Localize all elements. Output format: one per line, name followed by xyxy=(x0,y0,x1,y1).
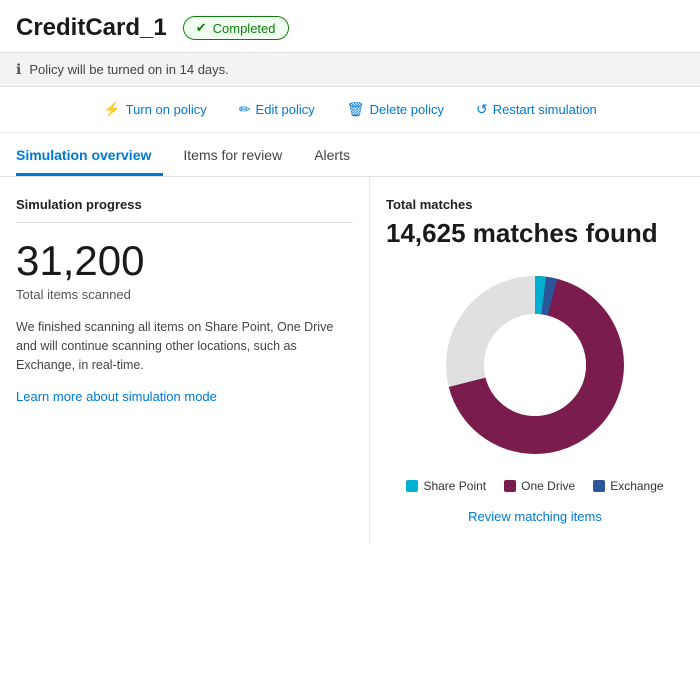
tabs: Simulation overview Items for review Ale… xyxy=(0,133,700,177)
legend-exchange: Exchange xyxy=(593,479,663,493)
total-items-label: Total items scanned xyxy=(16,287,353,302)
matches-count: 14,625 matches found xyxy=(386,218,658,249)
donut-chart-container: Share Point One Drive Exchange xyxy=(406,265,663,493)
header: CreditCard_1 ✔ Completed xyxy=(0,0,700,52)
tab-alerts[interactable]: Alerts xyxy=(314,133,362,176)
trash-icon: 🗑 xyxy=(347,101,365,118)
donut-chart xyxy=(435,265,635,465)
delete-policy-label: Delete policy xyxy=(370,102,444,117)
restart-simulation-label: Restart simulation xyxy=(493,102,597,117)
restart-simulation-button[interactable]: ↺ Restart simulation xyxy=(474,97,599,122)
total-matches-label: Total matches xyxy=(386,197,684,212)
total-items-count: 31,200 xyxy=(16,237,353,285)
page-title: CreditCard_1 xyxy=(16,14,167,42)
description-text: We finished scanning all items on Share … xyxy=(16,318,336,374)
exchange-label: Exchange xyxy=(610,479,663,493)
main-content: Simulation progress 31,200 Total items s… xyxy=(0,177,700,544)
chart-legend: Share Point One Drive Exchange xyxy=(406,479,663,493)
check-icon: ✔ xyxy=(196,20,207,36)
legend-sharepoint: Share Point xyxy=(406,479,486,493)
onedrive-label: One Drive xyxy=(521,479,575,493)
sharepoint-dot xyxy=(406,480,418,492)
review-matching-items-link[interactable]: Review matching items xyxy=(468,509,602,524)
info-message: Policy will be turned on in 14 days. xyxy=(29,62,228,77)
right-panel: Total matches 14,625 matches found xyxy=(370,177,700,544)
edit-policy-button[interactable]: ✏ Edit policy xyxy=(237,97,317,122)
simulation-progress-label: Simulation progress xyxy=(16,197,353,212)
info-bar: ℹ Policy will be turned on in 14 days. xyxy=(0,52,700,87)
tab-items-for-review[interactable]: Items for review xyxy=(183,133,294,176)
sharepoint-label: Share Point xyxy=(423,479,486,493)
pencil-icon: ✏ xyxy=(239,101,251,118)
learn-more-link[interactable]: Learn more about simulation mode xyxy=(16,389,217,404)
left-panel: Simulation progress 31,200 Total items s… xyxy=(0,177,370,544)
edit-policy-label: Edit policy xyxy=(256,102,315,117)
lightning-icon: ⚡ xyxy=(103,101,120,118)
divider xyxy=(16,222,353,223)
status-label: Completed xyxy=(213,21,276,36)
exchange-dot xyxy=(593,480,605,492)
restart-icon: ↺ xyxy=(476,101,488,118)
toolbar: ⚡ Turn on policy ✏ Edit policy 🗑 Delete … xyxy=(0,87,700,133)
onedrive-dot xyxy=(504,480,516,492)
status-badge: ✔ Completed xyxy=(183,16,289,40)
turn-on-policy-button[interactable]: ⚡ Turn on policy xyxy=(101,97,209,122)
tab-simulation-overview[interactable]: Simulation overview xyxy=(16,133,163,176)
legend-onedrive: One Drive xyxy=(504,479,575,493)
info-icon: ℹ xyxy=(16,61,21,78)
turn-on-policy-label: Turn on policy xyxy=(126,102,207,117)
delete-policy-button[interactable]: 🗑 Delete policy xyxy=(345,97,446,122)
